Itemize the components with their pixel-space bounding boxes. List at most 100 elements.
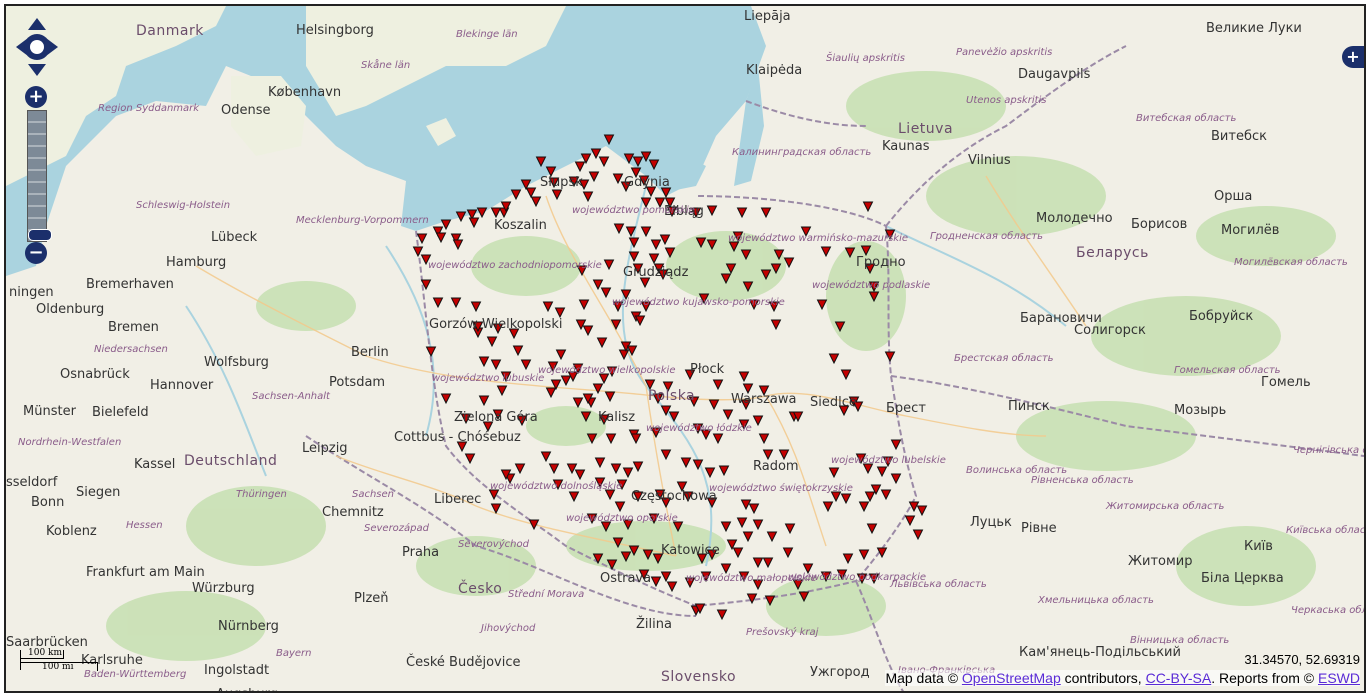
storm-report-marker[interactable] bbox=[880, 489, 892, 501]
storm-report-marker[interactable] bbox=[630, 433, 642, 445]
storm-report-marker[interactable] bbox=[904, 515, 916, 527]
storm-report-marker[interactable] bbox=[574, 161, 586, 173]
storm-report-marker[interactable] bbox=[816, 299, 828, 311]
storm-report-marker[interactable] bbox=[622, 467, 634, 479]
storm-report-marker[interactable] bbox=[588, 171, 600, 183]
storm-report-marker[interactable] bbox=[618, 349, 630, 361]
storm-report-marker[interactable] bbox=[866, 523, 878, 535]
storm-report-marker[interactable] bbox=[732, 547, 744, 559]
storm-report-marker[interactable] bbox=[555, 349, 567, 361]
storm-report-marker[interactable] bbox=[450, 297, 462, 309]
storm-report-marker[interactable] bbox=[864, 491, 876, 503]
storm-report-marker[interactable] bbox=[762, 557, 774, 569]
storm-report-marker[interactable] bbox=[650, 239, 662, 251]
storm-report-marker[interactable] bbox=[758, 433, 770, 445]
pan-control[interactable] bbox=[14, 16, 60, 78]
storm-report-marker[interactable] bbox=[752, 519, 764, 531]
storm-report-marker[interactable] bbox=[435, 232, 447, 244]
storm-report-marker[interactable] bbox=[828, 353, 840, 365]
storm-report-marker[interactable] bbox=[862, 201, 874, 213]
storm-report-marker[interactable] bbox=[748, 503, 760, 515]
storm-report-marker[interactable] bbox=[820, 246, 832, 258]
storm-report-marker[interactable] bbox=[884, 351, 896, 363]
storm-report-marker[interactable] bbox=[680, 457, 692, 469]
storm-report-marker[interactable] bbox=[632, 461, 644, 473]
storm-report-marker[interactable] bbox=[610, 463, 622, 475]
storm-report-marker[interactable] bbox=[778, 449, 790, 461]
storm-report-marker[interactable] bbox=[708, 399, 720, 411]
storm-report-marker[interactable] bbox=[752, 557, 764, 569]
storm-report-marker[interactable] bbox=[740, 499, 752, 511]
storm-report-marker[interactable] bbox=[600, 287, 612, 299]
storm-report-marker[interactable] bbox=[512, 345, 524, 357]
storm-report-marker[interactable] bbox=[582, 191, 594, 203]
storm-report-marker[interactable] bbox=[490, 359, 502, 371]
storm-report-marker[interactable] bbox=[530, 196, 542, 208]
storm-report-marker[interactable] bbox=[578, 299, 590, 311]
storm-report-marker[interactable] bbox=[440, 393, 452, 405]
storm-report-marker[interactable] bbox=[604, 391, 616, 403]
storm-report-marker[interactable] bbox=[828, 467, 840, 479]
storm-report-marker[interactable] bbox=[525, 187, 537, 199]
storm-report-marker[interactable] bbox=[916, 505, 928, 517]
cc-by-sa-link[interactable]: CC-BY-SA bbox=[1146, 670, 1212, 686]
storm-report-marker[interactable] bbox=[432, 297, 444, 309]
storm-report-marker[interactable] bbox=[660, 571, 672, 583]
storm-report-marker[interactable] bbox=[640, 226, 652, 238]
eswd-link[interactable]: ESWD bbox=[1318, 670, 1360, 686]
storm-report-marker[interactable] bbox=[736, 207, 748, 219]
zoom-in-button[interactable]: + bbox=[25, 86, 47, 108]
storm-report-marker[interactable] bbox=[554, 307, 566, 319]
storm-report-marker[interactable] bbox=[742, 531, 754, 543]
openstreetmap-link[interactable]: OpenStreetMap bbox=[962, 670, 1061, 686]
storm-report-marker[interactable] bbox=[478, 356, 490, 368]
storm-report-marker[interactable] bbox=[514, 463, 526, 475]
zoom-slider-handle[interactable] bbox=[28, 229, 52, 241]
storm-report-marker[interactable] bbox=[605, 433, 617, 445]
storm-report-marker[interactable] bbox=[908, 501, 920, 513]
storm-report-marker[interactable] bbox=[628, 251, 640, 263]
storm-report-marker[interactable] bbox=[822, 501, 834, 513]
storm-report-marker[interactable] bbox=[468, 217, 480, 229]
storm-report-marker[interactable] bbox=[736, 517, 748, 529]
storm-report-marker[interactable] bbox=[752, 415, 764, 427]
storm-report-marker[interactable] bbox=[596, 337, 608, 349]
storm-report-marker[interactable] bbox=[598, 156, 610, 168]
storm-report-marker[interactable] bbox=[560, 375, 572, 387]
storm-report-marker[interactable] bbox=[712, 379, 724, 391]
storm-report-marker[interactable] bbox=[614, 501, 626, 513]
storm-report-marker[interactable] bbox=[425, 346, 437, 358]
storm-report-marker[interactable] bbox=[706, 205, 718, 217]
storm-report-marker[interactable] bbox=[840, 493, 852, 505]
storm-report-marker[interactable] bbox=[762, 449, 774, 461]
storm-report-marker[interactable] bbox=[659, 234, 671, 246]
storm-report-marker[interactable] bbox=[540, 451, 552, 463]
storm-report-marker[interactable] bbox=[416, 233, 428, 245]
storm-report-marker[interactable] bbox=[722, 409, 734, 421]
storm-report-marker[interactable] bbox=[718, 465, 730, 477]
storm-report-marker[interactable] bbox=[720, 521, 732, 533]
storm-report-marker[interactable] bbox=[660, 449, 672, 461]
storm-report-marker[interactable] bbox=[650, 576, 662, 588]
storm-report-marker[interactable] bbox=[876, 466, 888, 478]
storm-report-marker[interactable] bbox=[858, 549, 870, 561]
storm-report-marker[interactable] bbox=[548, 463, 560, 475]
storm-report-marker[interactable] bbox=[782, 547, 794, 559]
storm-report-marker[interactable] bbox=[648, 253, 660, 265]
storm-report-marker[interactable] bbox=[704, 467, 716, 479]
storm-report-marker[interactable] bbox=[634, 315, 646, 327]
storm-report-marker[interactable] bbox=[440, 219, 452, 231]
storm-report-marker[interactable] bbox=[572, 397, 584, 409]
storm-report-marker[interactable] bbox=[858, 501, 870, 513]
map-viewport[interactable]: Danmark Helsingborg Blekinge län Liepāja Вел… bbox=[4, 4, 1366, 693]
storm-report-marker[interactable] bbox=[510, 189, 522, 201]
storm-report-marker[interactable] bbox=[738, 371, 750, 383]
storm-report-marker[interactable] bbox=[720, 563, 732, 575]
storm-report-marker[interactable] bbox=[912, 529, 924, 541]
storm-report-marker[interactable] bbox=[490, 207, 502, 219]
storm-report-marker[interactable] bbox=[566, 463, 578, 475]
storm-report-marker[interactable] bbox=[452, 239, 464, 251]
storm-report-marker[interactable] bbox=[760, 207, 772, 219]
zoom-out-button[interactable]: − bbox=[25, 242, 47, 264]
storm-report-marker[interactable] bbox=[486, 336, 498, 348]
